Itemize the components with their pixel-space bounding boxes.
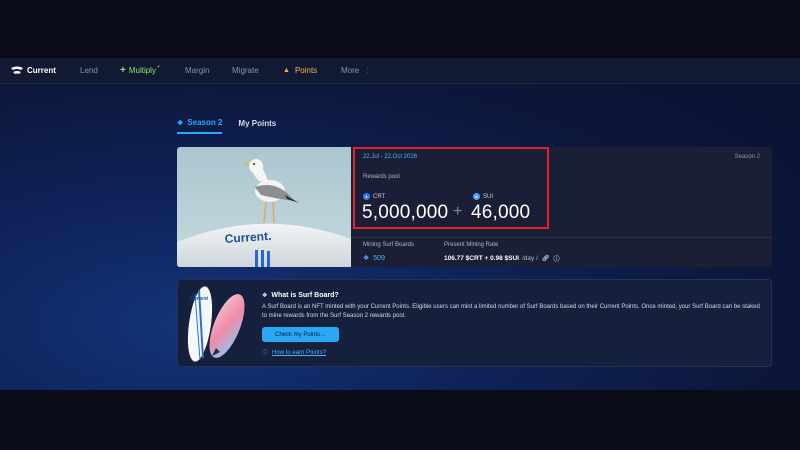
surf-board-info-card: Current ❖ What is Surf Board? A Surf Boa… bbox=[177, 279, 772, 367]
svg-text:Current: Current bbox=[190, 296, 208, 302]
nav-lend[interactable]: Lend bbox=[80, 66, 98, 75]
info-icon[interactable]: ⓘ bbox=[554, 254, 560, 263]
mining-stats-row: Mining Surf Boards ❖ 509 Present Mining … bbox=[351, 237, 772, 267]
tag-icon: ❖ bbox=[262, 293, 268, 299]
bottom-letterbox bbox=[0, 390, 800, 450]
tab-my-points-label: My Points bbox=[238, 119, 277, 128]
brand-logo[interactable]: Current bbox=[10, 66, 70, 76]
top-letterbox bbox=[0, 0, 800, 58]
nav-migrate-label: Migrate bbox=[232, 66, 259, 75]
season-info: 22.Jul - 22.Oct 2026 Season 2 Rewards po… bbox=[351, 147, 772, 267]
crt-token-icon: ● bbox=[363, 193, 370, 200]
info-icon: ⓘ bbox=[262, 351, 269, 357]
mining-surf-boards-value: ❖ 509 bbox=[363, 254, 385, 263]
more-dots-icon: ⋮ bbox=[364, 68, 371, 74]
link-icon[interactable]: 🔗︎ bbox=[542, 255, 550, 262]
mining-surf-boards-label: Mining Surf Boards bbox=[363, 242, 415, 248]
nav-points-label: Points bbox=[294, 66, 318, 75]
nav-more[interactable]: More ⋮ bbox=[341, 66, 370, 75]
surf-board-description: A Surf Board is an NFT minted with your … bbox=[262, 304, 760, 319]
surf-board-title-text: What is Surf Board? bbox=[271, 292, 339, 299]
check-my-points-button[interactable]: Check my Points→ bbox=[262, 327, 339, 342]
pool-plus-sign: + bbox=[453, 203, 463, 220]
season-card: Current. 22.Jul - 22.Oct 2026 Season 2 R… bbox=[177, 147, 772, 267]
surfboards-illustration: Current bbox=[187, 286, 245, 362]
multiply-badge: + bbox=[156, 63, 160, 70]
plus-icon: + bbox=[120, 64, 126, 76]
tab-season-2[interactable]: ❖ Season 2 bbox=[177, 118, 223, 134]
how-to-earn-points-link[interactable]: ⓘ How to earn Points? bbox=[262, 348, 327, 358]
nav-migrate[interactable]: Migrate bbox=[232, 66, 259, 75]
seagull-surfboard-image: Current. bbox=[177, 147, 351, 267]
nav-margin-label: Margin bbox=[185, 66, 210, 75]
tab-my-points[interactable]: My Points bbox=[238, 118, 276, 134]
sui-pool-amount: 46,000 bbox=[471, 202, 531, 223]
season-date-range: 22.Jul - 22.Oct 2026 bbox=[363, 154, 418, 160]
crt-token-label: ● CRT bbox=[363, 193, 385, 200]
season-label: Season 2 bbox=[734, 154, 760, 160]
nav-lend-label: Lend bbox=[80, 66, 98, 75]
nav-points[interactable]: ▲ Points bbox=[283, 66, 317, 75]
top-navbar: Current Lend + Multiply + Margin Migrate… bbox=[0, 58, 800, 84]
current-logo-icon bbox=[11, 66, 23, 74]
tag-icon: ❖ bbox=[177, 119, 184, 127]
sui-token-icon: ● bbox=[473, 193, 480, 200]
surfboard-icon: ❖ bbox=[363, 255, 370, 262]
nav-multiply[interactable]: + Multiply + bbox=[120, 63, 160, 76]
brand-name: Current bbox=[27, 66, 56, 75]
season-tabs: ❖ Season 2 My Points bbox=[177, 118, 292, 134]
flame-icon: ▲ bbox=[283, 67, 290, 74]
mining-rate-unit: /day / bbox=[521, 255, 538, 262]
mining-rate-value: 106.77 $CRT + 0.98 $SUI /day / 🔗︎ ⓘ bbox=[444, 254, 560, 263]
sui-token-name: SUI bbox=[483, 193, 494, 200]
surf-board-title: ❖ What is Surf Board? bbox=[262, 292, 339, 299]
app-window: Current Lend + Multiply + Margin Migrate… bbox=[0, 58, 800, 390]
crt-token-name: CRT bbox=[373, 193, 386, 200]
tab-season-2-label: Season 2 bbox=[187, 118, 223, 127]
mining-rate-label: Present Mining Rate bbox=[444, 242, 499, 248]
sui-token-label: ● SUI bbox=[473, 193, 493, 200]
nav-more-label: More bbox=[341, 66, 360, 75]
how-to-earn-points-text: How to earn Points? bbox=[272, 349, 327, 356]
mining-count: 509 bbox=[373, 254, 385, 262]
rewards-pool-label: Rewards pool bbox=[363, 174, 400, 180]
crt-pool-amount: 5,000,000 bbox=[362, 202, 449, 223]
nav-multiply-label: Multiply bbox=[128, 66, 156, 75]
nav-margin[interactable]: Margin bbox=[185, 66, 209, 75]
mining-rate-amount: 106.77 $CRT + 0.98 $SUI bbox=[444, 255, 519, 262]
